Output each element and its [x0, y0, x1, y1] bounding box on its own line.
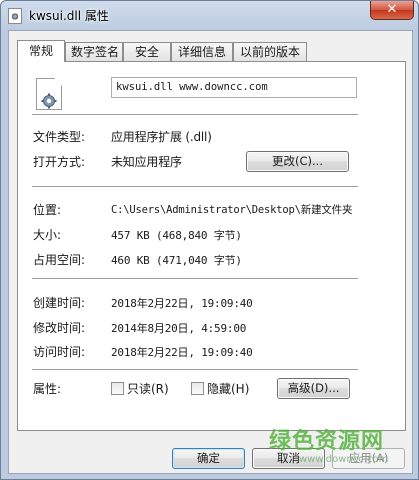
readonly-label[interactable]: 只读(R)	[127, 380, 169, 397]
apply-button[interactable]: 应用(A)	[332, 448, 405, 469]
hidden-label[interactable]: 隐藏(H)	[207, 380, 249, 397]
created-value: 2018年2月22日, 19:09:40	[111, 297, 253, 310]
dll-file-icon	[8, 8, 22, 24]
tab-details[interactable]: 详细信息	[171, 42, 233, 61]
divider	[32, 186, 358, 188]
attributes-label: 属性:	[33, 382, 62, 396]
file-type-value: 应用程序扩展 (.dll)	[111, 130, 212, 144]
location-label: 位置:	[33, 203, 62, 217]
general-panel: kwsui.dll www.downcc.com 文件类型: 应用程序扩展 (.…	[17, 61, 406, 431]
hidden-checkbox[interactable]	[191, 382, 204, 395]
change-button[interactable]: 更改(C)...	[246, 151, 349, 172]
cancel-button[interactable]: 取消	[252, 448, 325, 469]
ok-button[interactable]: 确定	[172, 448, 245, 469]
modified-label: 修改时间:	[33, 321, 86, 335]
filename-input[interactable]: kwsui.dll www.downcc.com	[111, 77, 357, 98]
divider	[32, 278, 358, 280]
size-on-disk-label: 占用空间:	[33, 253, 86, 267]
opens-with-value: 未知应用程序	[111, 155, 182, 169]
size-on-disk-value: 460 KB (471,040 字节)	[111, 254, 242, 267]
size-value: 457 KB (468,840 字节)	[111, 229, 242, 242]
window-title: kwsui.dll 属性	[29, 9, 109, 23]
divider	[32, 114, 358, 116]
tab-security[interactable]: 安全	[123, 42, 171, 61]
size-label: 大小:	[33, 228, 62, 242]
title-bar[interactable]: kwsui.dll 属性 ✕	[1, 1, 418, 29]
accessed-label: 访问时间:	[33, 345, 86, 359]
gear-icon	[41, 93, 57, 109]
divider	[32, 369, 358, 371]
advanced-button[interactable]: 高级(D)...	[277, 378, 350, 399]
properties-window: kwsui.dll 属性 ✕ 常规 数字签名 安全 详细信息 以前的版本 kws…	[0, 0, 419, 480]
file-type-label: 文件类型:	[33, 130, 86, 144]
modified-value: 2014年8月20日, 4:59:00	[111, 322, 247, 335]
tab-general[interactable]: 常规	[17, 40, 65, 62]
location-value: C:\Users\Administrator\Desktop\新建文件夹	[111, 204, 353, 216]
opens-with-label: 打开方式:	[33, 155, 86, 169]
readonly-checkbox[interactable]	[111, 382, 124, 395]
tab-digital-signatures[interactable]: 数字签名	[65, 42, 123, 61]
accessed-value: 2018年2月22日, 19:09:40	[111, 346, 253, 359]
close-button[interactable]: ✕	[370, 1, 414, 20]
close-icon: ✕	[386, 2, 398, 17]
tab-previous-versions[interactable]: 以前的版本	[233, 42, 307, 61]
created-label: 创建时间:	[33, 296, 86, 310]
dialog-client: 常规 数字签名 安全 详细信息 以前的版本 kwsui.dll www.down…	[8, 30, 413, 474]
